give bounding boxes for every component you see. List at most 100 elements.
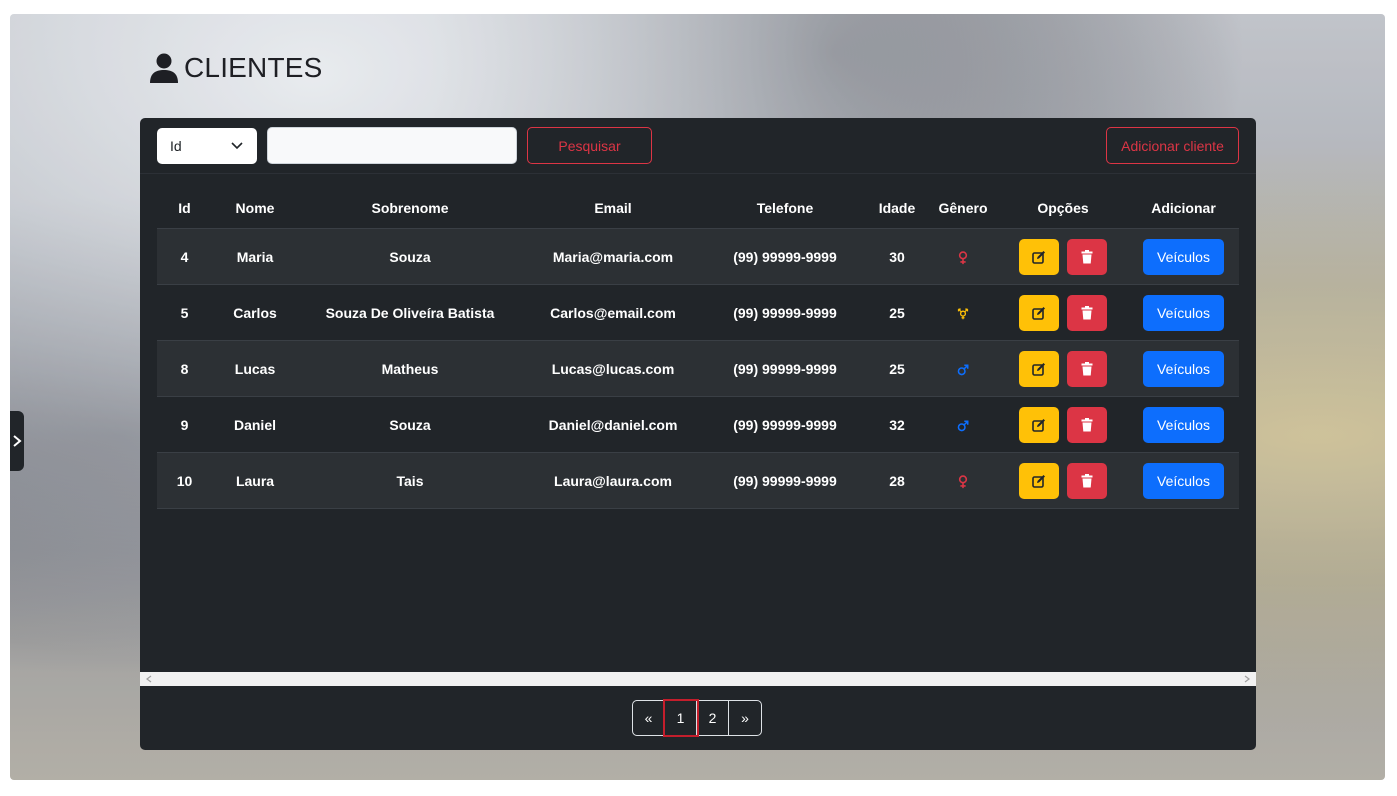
cell-idade: 25 bbox=[866, 340, 928, 397]
vehicles-button[interactable]: Veículos bbox=[1143, 462, 1224, 499]
delete-button[interactable] bbox=[1067, 350, 1107, 387]
pagination: « 1 2 » bbox=[632, 699, 762, 737]
cell-genero bbox=[928, 340, 998, 397]
cell-telefone: (99) 99999-9999 bbox=[704, 284, 866, 341]
table-row: 5 Carlos Souza De Oliveíra Batista Carlos@e… bbox=[157, 284, 1239, 341]
pagination-next[interactable]: » bbox=[729, 701, 761, 735]
table-row: 9 Daniel Souza Daniel@daniel.com (99) 99999-… bbox=[157, 396, 1239, 453]
cell-sobrenome: Matheus bbox=[298, 340, 522, 397]
delete-button[interactable] bbox=[1067, 406, 1107, 443]
cell-email: Maria@maria.com bbox=[522, 228, 704, 285]
female-icon bbox=[958, 474, 968, 488]
cell-sobrenome: Tais bbox=[298, 452, 522, 509]
column-header-genero: Gênero bbox=[938, 200, 988, 216]
cell-email: Daniel@daniel.com bbox=[522, 396, 704, 453]
edit-button[interactable] bbox=[1019, 238, 1059, 275]
search-button[interactable]: Pesquisar bbox=[527, 127, 652, 164]
edit-icon bbox=[1032, 362, 1045, 376]
filter-select[interactable]: Id bbox=[157, 128, 257, 164]
trash-icon bbox=[1081, 473, 1093, 487]
column-header-telefone: Telefone bbox=[756, 200, 814, 216]
cell-email: Carlos@email.com bbox=[522, 284, 704, 341]
pagination-page-2[interactable]: 2 bbox=[697, 701, 729, 735]
vehicles-button[interactable]: Veículos bbox=[1143, 238, 1224, 275]
cell-opcoes bbox=[998, 452, 1128, 509]
cell-nome: Carlos bbox=[212, 284, 298, 341]
cell-opcoes bbox=[998, 396, 1128, 453]
page-title: CLIENTES bbox=[184, 52, 323, 83]
cell-adicionar: Veículos bbox=[1128, 396, 1239, 453]
cell-genero bbox=[928, 396, 998, 453]
column-header-idade: Idade bbox=[878, 200, 916, 216]
transgender-icon bbox=[957, 308, 969, 319]
column-header-adicionar: Adicionar bbox=[1151, 200, 1216, 216]
vehicles-button[interactable]: Veículos bbox=[1143, 294, 1224, 331]
cell-adicionar: Veículos bbox=[1128, 228, 1239, 285]
clients-panel: Id Pesquisar Adicionar cliente Id Nome S… bbox=[140, 118, 1256, 750]
chevron-down-icon bbox=[231, 142, 243, 150]
cell-genero bbox=[928, 284, 998, 341]
cell-nome: Maria bbox=[212, 228, 298, 285]
cell-idade: 30 bbox=[866, 228, 928, 285]
cell-nome: Daniel bbox=[212, 396, 298, 453]
female-icon bbox=[958, 250, 968, 264]
pagination-page-1[interactable]: 1 bbox=[663, 699, 699, 737]
cell-genero bbox=[928, 452, 998, 509]
chevron-right-icon bbox=[13, 435, 22, 447]
cell-genero bbox=[928, 228, 998, 285]
table-row: 10 Laura Tais Laura@laura.com (99) 99999-999… bbox=[157, 452, 1239, 509]
sidebar-toggle[interactable] bbox=[10, 411, 24, 471]
cell-adicionar: Veículos bbox=[1128, 340, 1239, 397]
vehicles-button[interactable]: Veículos bbox=[1143, 406, 1224, 443]
toolbar: Id Pesquisar Adicionar cliente bbox=[140, 118, 1256, 174]
table-row: 4 Maria Souza Maria@maria.com (99) 99999-999… bbox=[157, 228, 1239, 285]
horizontal-scrollbar[interactable] bbox=[140, 672, 1256, 686]
cell-idade: 28 bbox=[866, 452, 928, 509]
column-header-id: Id bbox=[178, 200, 191, 216]
page-header: CLIENTES bbox=[150, 52, 323, 84]
cell-idade: 25 bbox=[866, 284, 928, 341]
table-row: 8 Lucas Matheus Lucas@lucas.com (99) 99999-9… bbox=[157, 340, 1239, 397]
trash-icon bbox=[1081, 249, 1093, 263]
vehicles-button[interactable]: Veículos bbox=[1143, 350, 1224, 387]
cell-id: 4 bbox=[157, 228, 212, 285]
edit-button[interactable] bbox=[1019, 350, 1059, 387]
column-header-email: Email bbox=[594, 200, 632, 216]
cell-sobrenome: Souza bbox=[298, 228, 522, 285]
male-icon bbox=[957, 364, 969, 375]
scroll-left-icon[interactable] bbox=[145, 675, 153, 683]
column-header-nome: Nome bbox=[235, 200, 275, 216]
cell-telefone: (99) 99999-9999 bbox=[704, 228, 866, 285]
edit-button[interactable] bbox=[1019, 406, 1059, 443]
cell-adicionar: Veículos bbox=[1128, 284, 1239, 341]
delete-button[interactable] bbox=[1067, 238, 1107, 275]
add-client-button[interactable]: Adicionar cliente bbox=[1106, 127, 1239, 164]
clients-table: Id Nome Sobrenome Email Telefone Idade G… bbox=[157, 188, 1239, 509]
cell-adicionar: Veículos bbox=[1128, 452, 1239, 509]
edit-button[interactable] bbox=[1019, 462, 1059, 499]
user-icon bbox=[150, 53, 178, 83]
delete-button[interactable] bbox=[1067, 294, 1107, 331]
filter-select-value: Id bbox=[170, 138, 182, 154]
trash-icon bbox=[1081, 361, 1093, 375]
edit-icon bbox=[1032, 250, 1045, 264]
cell-telefone: (99) 99999-9999 bbox=[704, 396, 866, 453]
delete-button[interactable] bbox=[1067, 462, 1107, 499]
cell-sobrenome: Souza bbox=[298, 396, 522, 453]
cell-opcoes bbox=[998, 228, 1128, 285]
column-header-sobrenome: Sobrenome bbox=[371, 200, 449, 216]
table-header-row: Id Nome Sobrenome Email Telefone Idade G… bbox=[157, 188, 1239, 229]
scroll-right-icon[interactable] bbox=[1243, 675, 1251, 683]
edit-icon bbox=[1032, 306, 1045, 320]
cell-nome: Lucas bbox=[212, 340, 298, 397]
cell-idade: 32 bbox=[866, 396, 928, 453]
search-input[interactable] bbox=[267, 127, 517, 164]
cell-sobrenome: Souza De Oliveíra Batista bbox=[298, 284, 522, 341]
cell-nome: Laura bbox=[212, 452, 298, 509]
pagination-prev[interactable]: « bbox=[633, 701, 665, 735]
edit-icon bbox=[1032, 418, 1045, 432]
cell-telefone: (99) 99999-9999 bbox=[704, 452, 866, 509]
cell-opcoes bbox=[998, 284, 1128, 341]
edit-button[interactable] bbox=[1019, 294, 1059, 331]
cell-email: Laura@laura.com bbox=[522, 452, 704, 509]
